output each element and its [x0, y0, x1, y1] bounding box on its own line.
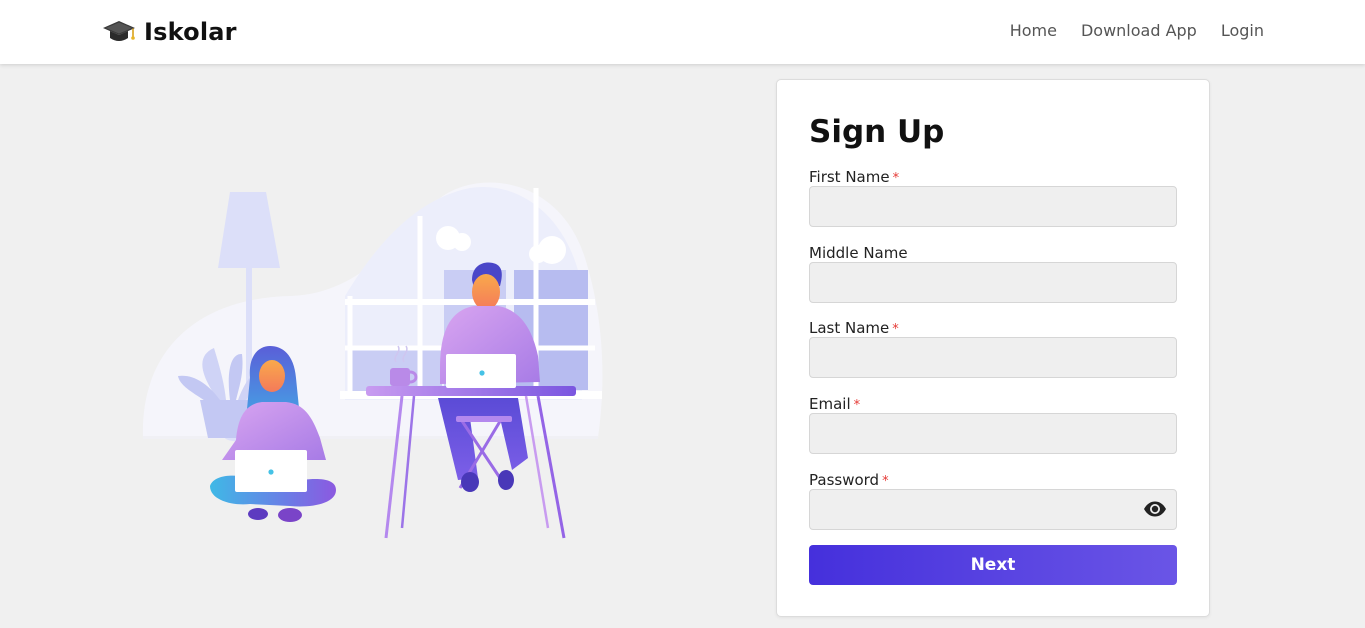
- signup-card: Sign Up First Name * Middle Name Last Nam…: [776, 79, 1210, 617]
- nav-links: Home Download App Login: [1010, 20, 1264, 42]
- middle-name-label: Middle Name: [809, 244, 1177, 262]
- eye-icon: [1144, 501, 1166, 517]
- password-label-text: Password: [809, 471, 880, 489]
- brand-name: Iskolar: [144, 18, 237, 46]
- first-name-label: First Name *: [809, 168, 1177, 186]
- password-input[interactable]: [809, 489, 1177, 530]
- required-marker: *: [892, 171, 900, 186]
- password-group: Password *: [809, 471, 1177, 530]
- required-marker: *: [892, 322, 899, 337]
- email-group: Email *: [809, 395, 1177, 454]
- middle-name-group: Middle Name: [809, 244, 1177, 303]
- middle-name-input[interactable]: [809, 262, 1177, 303]
- first-name-group: First Name *: [809, 168, 1177, 227]
- last-name-label-text: Last Name: [809, 319, 890, 337]
- next-button[interactable]: Next: [809, 545, 1177, 585]
- required-marker: *: [853, 398, 861, 413]
- email-label: Email *: [809, 395, 1177, 413]
- brand-link[interactable]: Iskolar: [102, 16, 237, 48]
- nav-link-download-app[interactable]: Download App: [1081, 20, 1197, 42]
- required-marker: *: [882, 474, 889, 489]
- page-title: Sign Up: [809, 114, 945, 150]
- nav-link-home[interactable]: Home: [1010, 20, 1057, 42]
- last-name-input[interactable]: [809, 337, 1177, 378]
- toggle-password-visibility-button[interactable]: [1142, 499, 1168, 519]
- password-label: Password *: [809, 471, 1177, 489]
- last-name-group: Last Name *: [809, 319, 1177, 378]
- graduation-cap-icon: [103, 21, 135, 41]
- last-name-label: Last Name *: [809, 319, 1177, 337]
- middle-name-label-text: Middle Name: [809, 244, 908, 262]
- top-navbar: Iskolar Home Download App Login: [0, 0, 1365, 64]
- nav-link-login[interactable]: Login: [1221, 20, 1264, 42]
- first-name-input[interactable]: [809, 186, 1177, 227]
- people-working-on-laptops-illustration: [142, 182, 603, 539]
- email-input[interactable]: [809, 413, 1177, 454]
- password-wrapper: [809, 489, 1177, 530]
- email-label-text: Email: [809, 395, 851, 413]
- first-name-label-text: First Name: [809, 168, 890, 186]
